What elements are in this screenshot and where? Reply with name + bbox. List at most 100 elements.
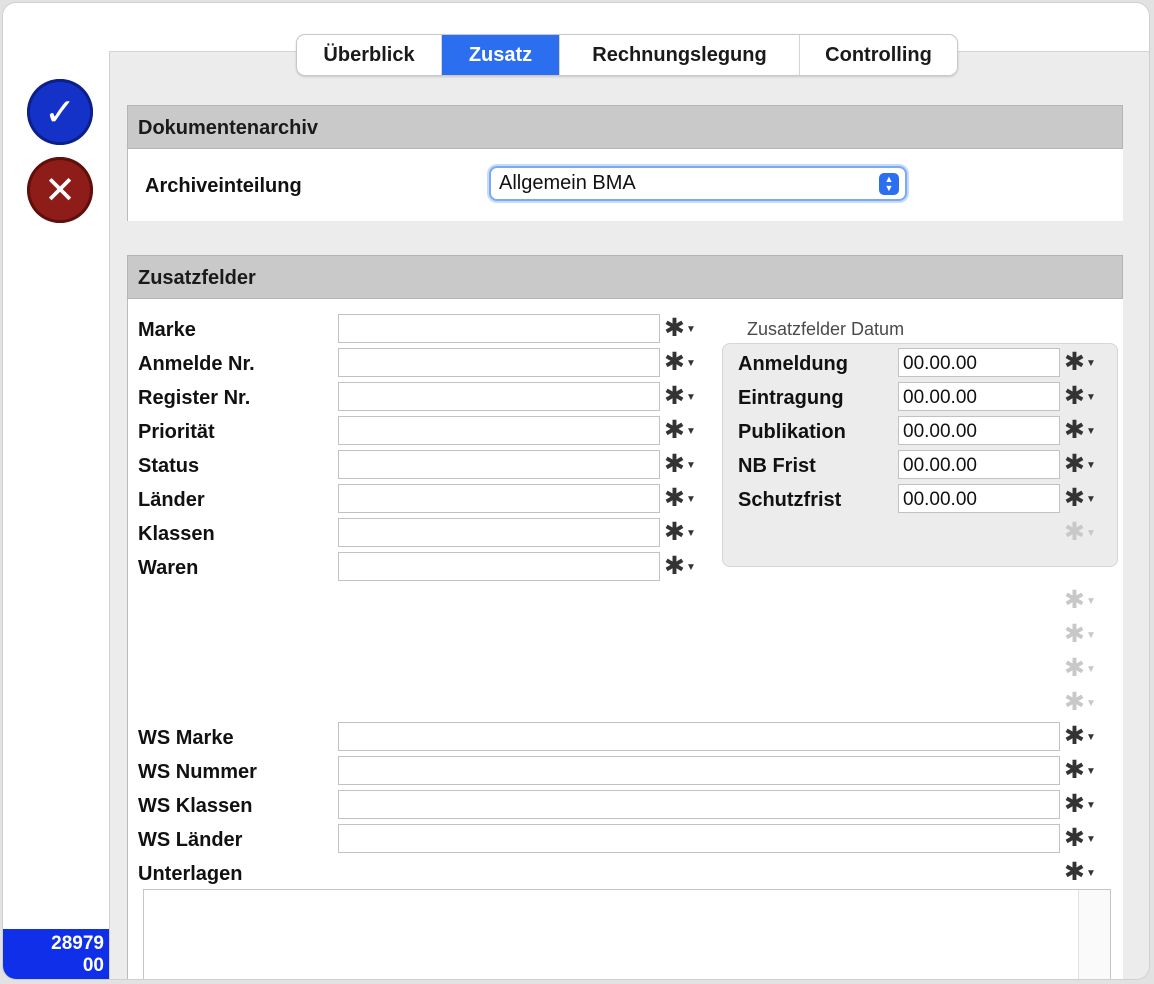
schutzfrist-label: Schutzfrist [738,489,842,511]
register-nr-field[interactable] [338,382,660,411]
anmelde-nr-options-button[interactable]: ✱ ▼ [664,348,708,376]
klassen-label: Klassen [138,523,215,545]
prioritaet-label: Priorität [138,421,215,443]
nb-frist-date-field[interactable]: 00.00.00 [898,450,1060,479]
gear-icon: ✱ [1064,620,1085,648]
ws-laender-options-button[interactable]: ✱ ▼ [1064,824,1108,852]
caret-down-icon: ▼ [1085,867,1096,879]
archiveinteilung-select[interactable]: Allgemein BMA ▲ ▼ [489,166,907,201]
gear-icon: ✱ [1064,518,1085,546]
disabled-options-button: ✱ ▼ [1064,518,1108,546]
eintragung-options-button[interactable]: ✱ ▼ [1064,382,1108,410]
anmeldung-options-button[interactable]: ✱ ▼ [1064,348,1108,376]
caret-down-icon: ▼ [1085,357,1096,369]
tab-ueberblick[interactable]: Überblick [297,35,442,75]
disabled-options-button: ✱ ▼ [1064,654,1108,682]
gear-icon: ✱ [664,484,685,512]
unterlagen-label: Unterlagen [138,863,243,885]
checkmark-icon: ✓ [44,91,76,134]
gear-icon: ✱ [1064,484,1085,512]
left-toolbar: ✓ ✕ 28979 00 [3,3,109,979]
caret-down-icon: ▼ [1085,629,1096,641]
unterlagen-options-button[interactable]: ✱ ▼ [1064,858,1108,886]
gear-icon: ✱ [664,382,685,410]
gear-icon: ✱ [664,518,685,546]
prioritaet-options-button[interactable]: ✱ ▼ [664,416,708,444]
gear-icon: ✱ [1064,756,1085,784]
marke-field[interactable] [338,314,660,343]
status-label: Status [138,455,200,477]
unterlagen-textarea[interactable] [143,889,1111,979]
record-id-line1: 28979 [51,933,104,954]
schutzfrist-date-field[interactable]: 00.00.00 [898,484,1060,513]
tab-zusatz[interactable]: Zusatz [442,35,560,75]
publikation-date-field[interactable]: 00.00.00 [898,416,1060,445]
ws-marke-label: WS Marke [138,727,234,749]
publikation-options-button[interactable]: ✱ ▼ [1064,416,1108,444]
klassen-options-button[interactable]: ✱ ▼ [664,518,708,546]
ws-klassen-field[interactable] [338,790,1060,819]
ws-klassen-options-button[interactable]: ✱ ▼ [1064,790,1108,818]
caret-down-icon: ▼ [685,323,696,335]
schutzfrist-options-button[interactable]: ✱ ▼ [1064,484,1108,512]
gear-icon: ✱ [1064,722,1085,750]
klassen-field[interactable] [338,518,660,547]
cancel-button[interactable]: ✕ [27,157,93,223]
unterlagen-scrollbar[interactable] [1078,890,1110,979]
gear-icon: ✱ [664,348,685,376]
laender-label: Länder [138,489,205,511]
caret-down-icon: ▼ [685,561,696,573]
caret-down-icon: ▼ [685,425,696,437]
eintragung-date-field[interactable]: 00.00.00 [898,382,1060,411]
gear-icon: ✱ [1064,348,1085,376]
marke-label: Marke [138,319,196,341]
anmeldung-date-field[interactable]: 00.00.00 [898,348,1060,377]
waren-options-button[interactable]: ✱ ▼ [664,552,708,580]
gear-icon: ✱ [1064,858,1085,886]
marke-options-button[interactable]: ✱ ▼ [664,314,708,342]
disabled-options-button: ✱ ▼ [1064,620,1108,648]
laender-options-button[interactable]: ✱ ▼ [664,484,708,512]
waren-label: Waren [138,557,199,579]
ws-nummer-options-button[interactable]: ✱ ▼ [1064,756,1108,784]
caret-down-icon: ▼ [685,391,696,403]
updown-chevron-icon: ▲ ▼ [879,173,899,195]
caret-down-icon: ▼ [685,357,696,369]
tab-controlling[interactable]: Controlling [800,35,957,75]
caret-down-icon: ▼ [1085,459,1096,471]
status-options-button[interactable]: ✱ ▼ [664,450,708,478]
caret-down-icon: ▼ [1085,799,1096,811]
caret-down-icon: ▼ [1085,833,1096,845]
tab-rechnungslegung[interactable]: Rechnungslegung [560,35,800,75]
confirm-button[interactable]: ✓ [27,79,93,145]
gear-icon: ✱ [1064,416,1085,444]
dialog-window: ✓ ✕ 28979 00 Überblick Zusatz Rechnungsl… [2,2,1150,980]
ws-nummer-label: WS Nummer [138,761,257,783]
publikation-label: Publikation [738,421,846,443]
waren-field[interactable] [338,552,660,581]
gear-icon: ✱ [1064,586,1085,614]
nb-frist-options-button[interactable]: ✱ ▼ [1064,450,1108,478]
record-id-badge: 28979 00 [3,929,109,979]
gear-icon: ✱ [1064,790,1085,818]
caret-down-icon: ▼ [1085,391,1096,403]
register-nr-label: Register Nr. [138,387,251,409]
ws-nummer-field[interactable] [338,756,1060,785]
gear-icon: ✱ [664,552,685,580]
register-nr-options-button[interactable]: ✱ ▼ [664,382,708,410]
gear-icon: ✱ [1064,688,1085,716]
caret-down-icon: ▼ [1085,493,1096,505]
nb-frist-label: NB Frist [738,455,816,477]
prioritaet-field[interactable] [338,416,660,445]
ws-marke-options-button[interactable]: ✱ ▼ [1064,722,1108,750]
anmelde-nr-field[interactable] [338,348,660,377]
status-field[interactable] [338,450,660,479]
gear-icon: ✱ [1064,382,1085,410]
caret-down-icon: ▼ [1085,731,1096,743]
eintragung-label: Eintragung [738,387,844,409]
gear-icon: ✱ [664,450,685,478]
ws-laender-field[interactable] [338,824,1060,853]
zusatzfelder-datum-title: Zusatzfelder Datum [747,319,905,339]
laender-field[interactable] [338,484,660,513]
ws-marke-field[interactable] [338,722,1060,751]
